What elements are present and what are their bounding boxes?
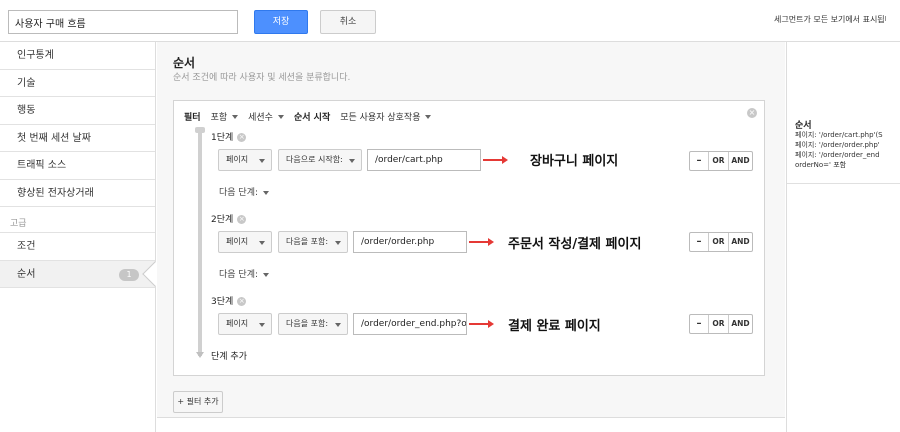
filter-panel: 필터 포함 세션수 순서 시작 모든 사용자 상호작용 × 1단계 × 페이지 다… bbox=[173, 100, 765, 376]
sidebar-item-technology[interactable]: 기술 bbox=[0, 70, 155, 97]
summary-lines: 페이지: '/order/cart.php'(S 페이지: '/order/or… bbox=[795, 130, 883, 170]
segment-visibility-note: 세그먼트가 모든 보기에서 표시됩니다 bbox=[774, 15, 886, 24]
sidebar-item-label: 인구통계 bbox=[17, 50, 54, 61]
or-button[interactable]: OR bbox=[709, 315, 729, 333]
cancel-button[interactable]: 취소 bbox=[320, 10, 376, 34]
chevron-down-icon bbox=[259, 323, 265, 327]
summary-divider bbox=[787, 183, 900, 184]
step-1-logic-buttons: – OR AND bbox=[689, 151, 753, 171]
step-3-logic-buttons: – OR AND bbox=[689, 314, 753, 334]
remove-condition-button[interactable]: – bbox=[690, 315, 709, 333]
or-button[interactable]: OR bbox=[709, 233, 729, 251]
step-1-annotation: 장바구니 페이지 bbox=[530, 154, 619, 169]
remove-step-icon[interactable]: × bbox=[237, 215, 247, 224]
sidebar: 인구통계 기술 행동 첫 번째 세션 날짜 트래픽 소스 향상된 전자상거래 고… bbox=[0, 42, 168, 432]
sidebar-item-conditions[interactable]: 조건 bbox=[0, 233, 155, 261]
scope-dropdown[interactable]: 세션수 bbox=[248, 110, 284, 123]
sidebar-item-sequences[interactable]: 순서 1 bbox=[0, 260, 168, 288]
and-button[interactable]: AND bbox=[729, 233, 752, 251]
close-icon[interactable]: × bbox=[747, 108, 757, 118]
save-button[interactable]: 저장 bbox=[254, 10, 308, 34]
sidebar-item-label: 조건 bbox=[17, 241, 36, 252]
add-step-link[interactable]: 단계 추가 bbox=[211, 349, 247, 362]
segment-summary: 순서 페이지: '/order/cart.php'(S 페이지: '/order… bbox=[786, 42, 900, 432]
step-2-value-input[interactable]: /order/order.php bbox=[353, 231, 467, 253]
or-button[interactable]: OR bbox=[709, 152, 729, 170]
chevron-down-icon bbox=[232, 115, 239, 119]
and-button[interactable]: AND bbox=[729, 315, 752, 333]
sidebar-item-demographics[interactable]: 인구통계 bbox=[0, 42, 155, 70]
include-dropdown[interactable]: 포함 bbox=[211, 110, 239, 123]
top-bar: 저장 취소 세그먼트가 모든 보기에서 표시됩니다 bbox=[0, 0, 900, 42]
filter-label: 필터 bbox=[184, 112, 201, 123]
step-3-dimension-select[interactable]: 페이지 bbox=[218, 313, 272, 335]
sidebar-item-label: 첫 번째 세션 날짜 bbox=[17, 132, 91, 144]
chevron-down-icon bbox=[277, 115, 284, 119]
main-footer bbox=[157, 417, 785, 432]
step-2-logic-buttons: – OR AND bbox=[689, 232, 753, 252]
summary-line: 페이지: '/order/order.php' bbox=[795, 141, 880, 149]
summary-line: orderNo=' 포함 bbox=[795, 161, 847, 169]
sidebar-item-traffic-sources[interactable]: 트래픽 소스 bbox=[0, 152, 155, 180]
timeline-line bbox=[198, 131, 202, 356]
and-button[interactable]: AND bbox=[729, 152, 752, 170]
annotation-arrow bbox=[469, 238, 494, 246]
remove-condition-button[interactable]: – bbox=[690, 233, 709, 251]
step-1-value-input[interactable]: /order/cart.php bbox=[367, 149, 481, 171]
step-3-annotation: 결제 완료 페이지 bbox=[508, 319, 601, 334]
annotation-arrow bbox=[483, 156, 508, 164]
step-2-label: 2단계 × bbox=[211, 215, 247, 225]
sidebar-item-first-session-date[interactable]: 첫 번째 세션 날짜 bbox=[0, 125, 155, 152]
sidebar-item-label: 트래픽 소스 bbox=[17, 160, 67, 171]
chevron-down-icon bbox=[263, 190, 270, 195]
summary-line: 페이지: '/order/order_end bbox=[795, 151, 880, 159]
chevron-down-icon bbox=[259, 241, 265, 245]
sidebar-item-behavior[interactable]: 행동 bbox=[0, 97, 155, 125]
chevron-down-icon bbox=[335, 241, 341, 245]
step-3-operator-select[interactable]: 다음을 포함: bbox=[278, 313, 348, 335]
page-description: 순서 조건에 따라 사용자 및 세션을 분류합니다. bbox=[173, 73, 351, 83]
remove-condition-button[interactable]: – bbox=[690, 152, 709, 170]
filter-header: 필터 포함 세션수 순서 시작 모든 사용자 상호작용 bbox=[184, 108, 432, 124]
step-1-operator-select[interactable]: 다음으로 시작함: bbox=[278, 149, 362, 171]
chevron-down-icon bbox=[259, 159, 265, 163]
chevron-down-icon bbox=[263, 272, 270, 277]
sequence-editor: 순서 순서 조건에 따라 사용자 및 세션을 분류합니다. 필터 포함 세션수 … bbox=[157, 42, 785, 417]
sequence-start-label: 순서 시작 bbox=[293, 112, 331, 123]
next-step-dropdown[interactable]: 다음 단계: bbox=[219, 267, 270, 280]
sidebar-item-label: 향상된 전자상거래 bbox=[17, 187, 94, 199]
step-1-label: 1단계 × bbox=[211, 133, 247, 143]
sequence-count-badge: 1 bbox=[119, 268, 139, 281]
step-2-operator-select[interactable]: 다음을 포함: bbox=[278, 231, 348, 253]
add-filter-button[interactable]: + 필터 추가 bbox=[173, 391, 223, 413]
chevron-down-icon bbox=[349, 159, 355, 163]
summary-line: 페이지: '/order/cart.php'(S bbox=[795, 131, 883, 139]
sidebar-item-enhanced-ecommerce[interactable]: 향상된 전자상거래 bbox=[0, 180, 155, 207]
annotation-arrow bbox=[469, 320, 494, 328]
step-3-label: 3단계 × bbox=[211, 297, 247, 307]
step-2-annotation: 주문서 작성/결제 페이지 bbox=[508, 237, 642, 252]
chevron-down-icon bbox=[425, 115, 432, 119]
chevron-down-icon bbox=[335, 323, 341, 327]
segment-name-input[interactable] bbox=[8, 10, 238, 34]
page-title: 순서 bbox=[173, 56, 196, 70]
sequence-start-dropdown[interactable]: 모든 사용자 상호작용 bbox=[340, 110, 432, 123]
step-3-value-input[interactable]: /order/order_end.php?o bbox=[353, 313, 467, 335]
sidebar-item-label: 행동 bbox=[17, 105, 36, 116]
sidebar-section-advanced: 고급 bbox=[0, 207, 155, 233]
remove-step-icon[interactable]: × bbox=[237, 133, 247, 142]
remove-step-icon[interactable]: × bbox=[237, 297, 247, 306]
timeline-end-icon bbox=[196, 352, 204, 358]
step-1-dimension-select[interactable]: 페이지 bbox=[218, 149, 272, 171]
sidebar-item-label: 순서 bbox=[17, 268, 36, 280]
next-step-dropdown[interactable]: 다음 단계: bbox=[219, 185, 270, 198]
step-2-dimension-select[interactable]: 페이지 bbox=[218, 231, 272, 253]
sidebar-item-label: 기술 bbox=[17, 77, 36, 89]
